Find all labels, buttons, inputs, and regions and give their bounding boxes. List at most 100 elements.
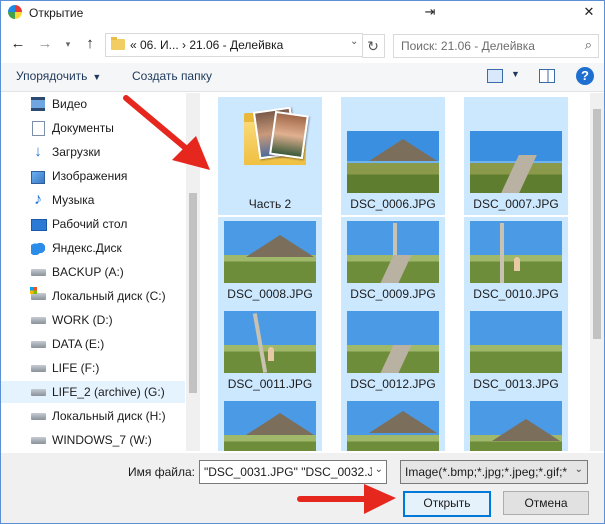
- back-arrow-icon[interactable]: ←: [9, 34, 27, 54]
- search-box[interactable]: Поиск: 21.06 - Делейвка ⌕: [393, 34, 599, 58]
- documents-icon: [32, 121, 45, 136]
- navigation-pane: Видео Документы ↓ Загрузки Изображения ♪ М…: [1, 93, 199, 451]
- file-item-photo[interactable]: [218, 397, 322, 451]
- file-name: Часть 2: [248, 197, 292, 211]
- sidebar-item-drive-e[interactable]: DATA (E:): [1, 333, 185, 355]
- organize-chevron-down-icon: ▼: [92, 72, 102, 82]
- title-bar: Открытие ⇥ ✕: [1, 1, 604, 25]
- sidebar-scrollbar-thumb[interactable]: [189, 193, 197, 393]
- photo-thumbnail: [224, 221, 316, 283]
- breadcrumb[interactable]: « 06. И... › 21.06 - Делейвка: [130, 38, 283, 52]
- folder-icon: [111, 37, 125, 50]
- organize-button[interactable]: Упорядочить ▼: [16, 69, 101, 83]
- sidebar-item-drive-h[interactable]: Локальный диск (H:): [1, 405, 185, 427]
- sidebar-item-desktop[interactable]: Рабочий стол: [1, 213, 185, 235]
- file-item-photo[interactable]: DSC_0007.JPG: [464, 97, 568, 215]
- sidebar-item-drive-c[interactable]: Локальный диск (C:): [1, 285, 185, 307]
- file-item-photo[interactable]: [464, 397, 568, 451]
- up-arrow-icon[interactable]: ↑: [81, 34, 99, 54]
- road-shape: [380, 255, 412, 283]
- refresh-icon[interactable]: ↻: [362, 34, 385, 58]
- video-icon: [31, 97, 45, 111]
- new-folder-button[interactable]: Создать папку: [132, 69, 212, 83]
- sidebar-item-drive-f[interactable]: LIFE (F:): [1, 357, 185, 379]
- desktop-icon: [31, 219, 47, 231]
- downloads-icon: ↓: [34, 143, 42, 160]
- person-shape: [514, 257, 520, 271]
- file-grid-scrollbar[interactable]: [590, 93, 604, 451]
- photo-thumbnail: [470, 221, 562, 283]
- sidebar-item-downloads[interactable]: ↓ Загрузки: [1, 141, 185, 163]
- help-icon[interactable]: ?: [576, 67, 594, 85]
- forward-arrow-icon[interactable]: →: [36, 34, 54, 54]
- sidebar-item-label: LIFE (F:): [52, 361, 100, 375]
- cancel-button[interactable]: Отмена: [503, 491, 589, 515]
- sidebar-item-drive-a[interactable]: BACKUP (A:): [1, 261, 185, 283]
- pole-shape: [252, 313, 268, 373]
- sidebar-item-images[interactable]: Изображения: [1, 165, 185, 187]
- drive-icon: [31, 389, 46, 396]
- filename-chevron-down-icon[interactable]: ⌄: [375, 464, 383, 475]
- slag-heap-shape: [246, 413, 314, 435]
- search-icon: ⌕: [584, 37, 592, 52]
- sidebar-item-music[interactable]: ♪ Музыка: [1, 189, 185, 211]
- road-shape: [380, 345, 412, 373]
- navigation-bar: ← → ▾ ↑ « 06. И... › 21.06 - Делейвка ⌄ …: [1, 31, 604, 59]
- person-shape: [268, 347, 274, 361]
- sidebar-item-label: BACKUP (A:): [52, 265, 124, 279]
- file-item-photo[interactable]: DSC_0006.JPG: [341, 97, 445, 215]
- photo-thumbnail: [347, 131, 439, 193]
- drive-icon: [31, 413, 46, 420]
- sidebar-item-label: Рабочий стол: [52, 217, 128, 231]
- drive-icon: [31, 341, 46, 348]
- filetype-value: Image(*.bmp;*.jpg;*.jpeg;*.gif;*: [405, 465, 568, 479]
- pole-shape: [500, 223, 504, 283]
- command-bar: Упорядочить ▼ Создать папку ▼ ?: [1, 63, 604, 92]
- open-dialog-window: Открытие ⇥ ✕ ← → ▾ ↑ « 06. И... › 21.06 …: [0, 0, 605, 524]
- filename-field[interactable]: "DSC_0031.JPG" "DSC_0032.JPG" ⌄: [199, 460, 387, 484]
- sidebar-item-label: Музыка: [52, 193, 95, 207]
- history-chevron-down-icon[interactable]: ▾: [59, 34, 77, 54]
- photo-thumbnail: [470, 131, 562, 193]
- sidebar-item-documents[interactable]: Документы: [1, 117, 185, 139]
- file-name: DSC_0008.JPG: [227, 287, 313, 301]
- filename-value[interactable]: "DSC_0031.JPG" "DSC_0032.JPG": [204, 465, 372, 479]
- file-name: DSC_0011.JPG: [227, 377, 313, 391]
- sidebar-item-drive-d[interactable]: WORK (D:): [1, 309, 185, 331]
- drive-icon: [31, 365, 46, 372]
- sidebar-item-label: Локальный диск (H:): [52, 409, 166, 423]
- photo-thumbnail: [224, 311, 316, 373]
- file-grid-scrollbar-thumb[interactable]: [593, 109, 601, 339]
- sidebar-item-video[interactable]: Видео: [1, 93, 185, 115]
- file-item-photo[interactable]: [341, 397, 445, 451]
- slag-heap-shape: [492, 419, 560, 441]
- folder-photo-preview: [269, 110, 309, 160]
- sidebar-item-label: Изображения: [52, 169, 128, 183]
- address-bar[interactable]: « 06. И... › 21.06 - Делейвка ⌄: [105, 33, 363, 57]
- address-chevron-down-icon[interactable]: ⌄: [350, 36, 358, 47]
- photo-thumbnail: [347, 311, 439, 373]
- view-options-chevron-down-icon[interactable]: ▼: [511, 69, 520, 79]
- file-item-folder[interactable]: Часть 2: [218, 97, 322, 215]
- dialog-footer: Имя файла: "DSC_0031.JPG" "DSC_0032.JPG"…: [1, 453, 604, 523]
- sidebar-item-yandex-disk[interactable]: Яндекс.Диск: [1, 237, 185, 259]
- file-name: DSC_0006.JPG: [350, 197, 436, 211]
- sidebar-item-label: Видео: [52, 97, 88, 111]
- file-name: DSC_0007.JPG: [473, 197, 559, 211]
- sidebar-item-label: WORK (D:): [52, 313, 113, 327]
- sidebar-item-drive-g[interactable]: LIFE_2 (archive) (G:): [1, 381, 185, 403]
- sidebar-item-drive-w[interactable]: WINDOWS_7 (W:): [1, 429, 185, 451]
- filetype-chevron-down-icon[interactable]: ⌄: [575, 464, 583, 475]
- photo-thumbnail: [470, 401, 562, 451]
- filetype-select[interactable]: Image(*.bmp;*.jpg;*.jpeg;*.gif;* ⌄: [400, 460, 588, 484]
- sidebar-item-label: Загрузки: [52, 145, 101, 159]
- open-button[interactable]: Открыть: [403, 491, 491, 517]
- change-view-icon[interactable]: [487, 69, 503, 83]
- search-input[interactable]: Поиск: 21.06 - Делейвка: [401, 39, 535, 53]
- music-icon: ♪: [34, 191, 42, 208]
- slag-heap-shape: [369, 139, 437, 161]
- restore-icon[interactable]: ⇥: [415, 1, 445, 25]
- sidebar-scrollbar[interactable]: [186, 93, 200, 451]
- preview-pane-icon[interactable]: [539, 69, 555, 83]
- close-icon[interactable]: ✕: [574, 1, 604, 25]
